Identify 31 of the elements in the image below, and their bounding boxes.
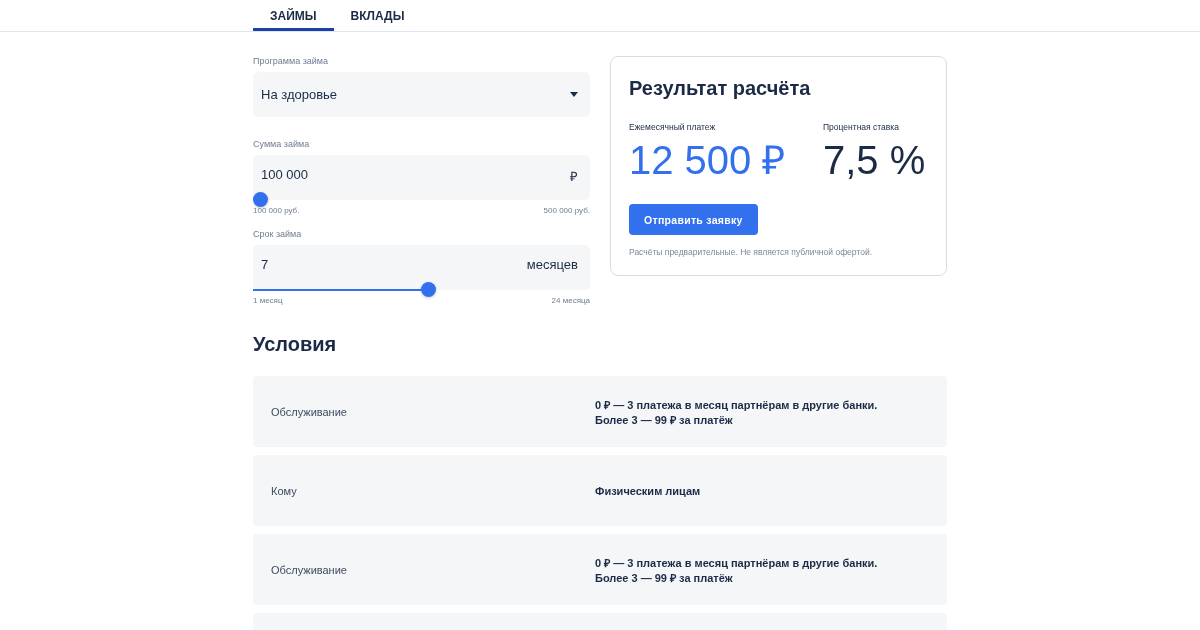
condition-value: 0 ₽ — 3 платежа в месяц партнёрам в другие банки. Более 3 — 99 ₽ за платёж: [595, 397, 878, 427]
metric-label: Процентная ставка: [823, 122, 900, 132]
field-label: Срок займа: [253, 229, 302, 239]
slider-handle[interactable]: [253, 192, 268, 207]
min-label: 100 000 руб.: [253, 206, 300, 215]
unit-label: ₽: [570, 168, 578, 185]
metric-label: Ежемесячный платеж: [629, 122, 717, 132]
condition-label: Кому: [271, 484, 298, 497]
field-label: Сумма займа: [253, 139, 310, 149]
max-label: 500 000 руб.: [543, 206, 590, 215]
field-label: Программа займа: [253, 56, 328, 66]
metric-value: 7,5 %: [823, 137, 926, 184]
select-field[interactable]: На здоровье: [253, 72, 590, 117]
unit-label: месяцев: [526, 257, 578, 272]
condition-label: Обслуживание: [271, 405, 348, 418]
card-title: Результат расчёта: [629, 77, 812, 100]
disclaimer-text: Расчёты предварительные. Не является публичной офертой.: [629, 247, 874, 257]
section-title: Условия: [253, 333, 338, 356]
tab[interactable]: ЗАЙМЫ: [253, 0, 334, 31]
caret-icon: [570, 92, 578, 97]
metric-value: 12 500 ₽: [629, 137, 787, 184]
input-field[interactable]: 7: [261, 257, 269, 272]
input-field[interactable]: 100 000: [261, 167, 308, 182]
submit-button[interactable]: Отправить заявку: [629, 204, 758, 235]
min-label: 1 месяц: [253, 296, 283, 305]
max-label: 24 месяца: [551, 296, 590, 305]
slider-handle[interactable]: [421, 282, 437, 297]
condition-value: 0 ₽ — 3 платежа в месяц партнёрам в другие банки. Более 3 — 99 ₽ за платёж: [595, 555, 878, 585]
condition-value: Физическим лицам: [595, 484, 701, 497]
condition-label: Обслуживание: [271, 563, 348, 576]
tab[interactable]: ВКЛАДЫ: [333, 0, 422, 31]
